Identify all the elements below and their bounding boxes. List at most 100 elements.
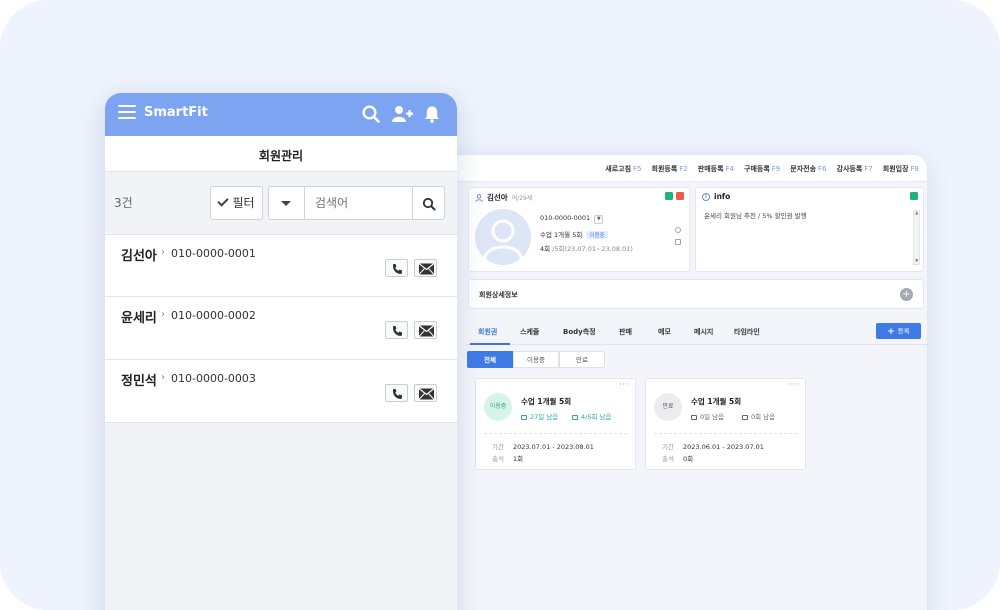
menu-send-sms[interactable]: 문자전송 F6	[790, 164, 826, 174]
filter-active[interactable]: 이용중	[513, 351, 559, 368]
pass-attendance: 0회	[683, 455, 694, 463]
filter-expired[interactable]: 만료	[559, 351, 605, 368]
delete-member-button[interactable]	[676, 192, 684, 200]
info-icon: i	[702, 192, 710, 201]
desktop-toolbar: 새로고침 F5 회원등록 F2 판매등록 F4 구매등록 F9 문자전송 F6 강사등록 F…	[440, 155, 927, 182]
pass-attendance: 1회	[513, 455, 524, 463]
plus-icon: +	[887, 327, 895, 337]
member-count-detail: /5회(23.07.01~23.08.01)	[552, 245, 633, 253]
scroll-up-icon[interactable]: ▲	[915, 211, 918, 216]
function-menu: 새로고침 F5 회원등록 F2 판매등록 F4 구매등록 F9 문자전송 F6 강사등록 F…	[605, 155, 919, 182]
filter-button[interactable]: 필터	[210, 186, 263, 220]
call-button[interactable]	[385, 259, 408, 277]
member-name: 정민석	[121, 374, 157, 389]
call-button[interactable]	[385, 384, 408, 402]
message-button[interactable]	[414, 321, 437, 339]
sessions-left: 0회 남음	[751, 413, 776, 421]
tab-message[interactable]: 메시지	[694, 327, 713, 337]
info-text: 윤세리 회원님 추천 / 5% 할인권 발행	[704, 212, 807, 220]
phone-icon	[393, 264, 402, 274]
mail-icon	[418, 325, 435, 337]
expand-detail-button[interactable]: +	[900, 288, 913, 301]
list-item[interactable]: 김선아 › 010-0000-0001	[105, 234, 457, 297]
info-scrollbar[interactable]: ▲ ▼	[913, 210, 920, 265]
edit-info-button[interactable]	[910, 192, 918, 200]
background-card: 새로고침 F5 회원등록 F2 판매등록 F4 구매등록 F9 문자전송 F6 강사등록 F…	[0, 0, 1000, 610]
info-title: info	[714, 192, 731, 201]
tab-body-measure[interactable]: Body측정	[563, 327, 596, 337]
member-tabs: 회원권 스케줄 Body측정 판매 메모 메시지 타임라인 + 등록	[466, 317, 927, 345]
menu-refresh[interactable]: 새로고침 F5	[605, 164, 641, 174]
pass-card-expired[interactable]: ··· 만료 수업 1개월 5회 0일 남음 0회 남음 기간 2023.06.0…	[645, 378, 806, 470]
member-name: 김선아	[487, 193, 508, 202]
calendar-icon[interactable]	[675, 239, 681, 245]
scroll-down-icon[interactable]: ▼	[915, 259, 918, 264]
settings-icon[interactable]	[675, 227, 681, 233]
more-icon[interactable]: ···	[619, 380, 629, 390]
tab-schedule[interactable]: 스케줄	[520, 327, 539, 337]
menu-register-sale[interactable]: 판매등록 F4	[698, 164, 734, 174]
pass-status: 만료	[654, 393, 682, 421]
phone-icon	[393, 326, 402, 336]
search-icon[interactable]	[361, 104, 381, 124]
tab-timeline[interactable]: 타임라인	[734, 327, 760, 337]
days-left: 27일 남음	[530, 413, 559, 421]
member-list: 김선아 › 010-0000-0001 윤세리 › 010-0000-0002	[105, 234, 457, 423]
message-button[interactable]	[414, 384, 437, 402]
pass-card-active[interactable]: ··· 이용중 수업 1개월 5회 27일 남음 4/5회 남음 기간 2023.…	[475, 378, 636, 470]
chevron-right-icon: ›	[161, 309, 165, 320]
search-icon	[422, 197, 436, 211]
list-item[interactable]: 정민석 › 010-0000-0003	[105, 360, 457, 423]
tab-sales[interactable]: 판매	[619, 327, 632, 337]
pass-period: 2023.07.01 - 2023.08.01	[513, 443, 594, 451]
add-membership-button[interactable]: + 등록	[876, 323, 921, 339]
list-item[interactable]: 윤세리 › 010-0000-0002	[105, 297, 457, 360]
mobile-header: SmartFit	[105, 93, 457, 136]
bell-icon[interactable]	[422, 104, 442, 124]
search-input[interactable]	[304, 186, 413, 220]
edit-member-button[interactable]	[665, 192, 673, 200]
member-count-used: 4회	[540, 245, 551, 253]
member-panel: 김선아 여/29세 010-0000-0001 ▼ 수업 1개월 5회 이용중	[468, 187, 690, 272]
avatar-placeholder-icon	[483, 219, 523, 260]
menu-register-member[interactable]: 회원등록 F2	[652, 164, 688, 174]
calendar-icon	[521, 414, 527, 420]
menu-register-instructor[interactable]: 강사등록 F7	[837, 164, 873, 174]
member-class: 수업 1개월 5회	[540, 231, 583, 239]
chevron-down-icon[interactable]: ▼	[594, 215, 604, 224]
tab-memo[interactable]: 메모	[658, 327, 671, 337]
message-button[interactable]	[414, 259, 437, 277]
filter-all[interactable]: 전체	[467, 351, 513, 368]
call-button[interactable]	[385, 321, 408, 339]
desktop-window: 새로고침 F5 회원등록 F2 판매등록 F4 구매등록 F9 문자전송 F6 강사등록 F…	[440, 155, 927, 610]
member-phone: 010-0000-0002	[171, 309, 256, 322]
pass-title: 수업 1개월 5회	[691, 397, 742, 406]
active-tab-indicator	[470, 343, 510, 345]
sessions-left: 4/5회 남음	[581, 413, 612, 421]
more-icon[interactable]: ···	[789, 380, 799, 390]
member-name: 윤세리	[121, 311, 157, 326]
pass-period: 2023.06.01 - 2023.07.01	[683, 443, 764, 451]
avatar	[475, 209, 531, 265]
mail-icon	[418, 263, 435, 275]
menu-icon[interactable]	[118, 104, 136, 120]
info-panel: i info 윤세리 회원님 추천 / 5% 할인권 발행 ▲ ▼	[695, 187, 924, 272]
check-icon	[217, 195, 230, 207]
mobile-screen: SmartFit 회원관리 3건 필터 검색어 김선아 › 010-0000-0…	[105, 93, 457, 610]
chevron-right-icon: ›	[161, 372, 165, 383]
app-brand: SmartFit	[144, 105, 208, 120]
add-user-icon[interactable]	[391, 104, 413, 124]
menu-register-purchase[interactable]: 구매등록 F9	[744, 164, 780, 174]
search-button[interactable]	[412, 186, 445, 220]
tab-membership[interactable]: 회원권	[478, 327, 497, 337]
user-icon	[475, 193, 483, 202]
member-detail-panel[interactable]: 회원상세정보 +	[468, 279, 924, 309]
pass-status: 이용중	[484, 393, 512, 421]
search-field-dropdown[interactable]	[268, 186, 304, 220]
member-name: 김선아	[121, 249, 157, 264]
menu-member-entry[interactable]: 회원입장 F8	[883, 164, 919, 174]
member-phone: 010-0000-0001	[540, 214, 591, 222]
calendar-icon	[691, 414, 697, 420]
ticket-icon	[742, 414, 748, 420]
member-phone: 010-0000-0003	[171, 372, 256, 385]
